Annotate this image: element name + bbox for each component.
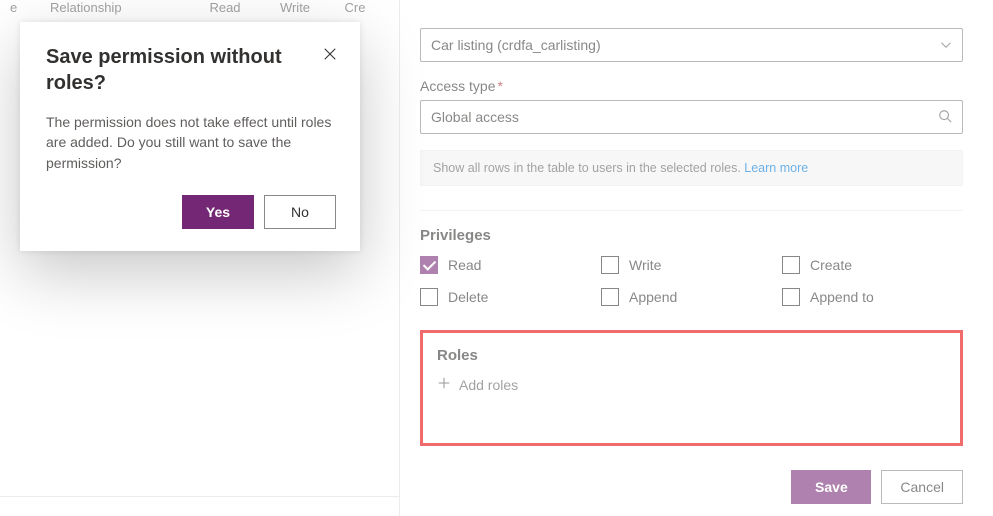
required-asterisk: * xyxy=(497,78,502,94)
checkbox-icon xyxy=(601,256,619,274)
save-button[interactable]: Save xyxy=(791,470,871,504)
col-header-write: Write xyxy=(260,0,330,15)
save-without-roles-dialog: Save permission without roles? The permi… xyxy=(20,22,360,251)
checkbox-icon xyxy=(782,256,800,274)
privilege-write[interactable]: Write xyxy=(601,256,782,274)
table-header-row: e Relationship Read Write Cre xyxy=(0,0,399,22)
dialog-yes-button[interactable]: Yes xyxy=(182,195,254,229)
add-roles-button[interactable]: Add roles xyxy=(437,376,946,393)
privilege-read[interactable]: Read xyxy=(420,256,601,274)
table-footer xyxy=(0,496,399,516)
access-type-label: Access type* xyxy=(420,78,963,94)
dialog-body: The permission does not take effect unti… xyxy=(46,112,336,173)
chevron-down-icon xyxy=(940,39,952,51)
add-roles-label: Add roles xyxy=(459,377,518,393)
search-icon xyxy=(938,109,952,126)
col-header-read: Read xyxy=(190,0,260,15)
divider xyxy=(420,210,963,211)
plus-icon xyxy=(437,376,451,393)
cancel-button[interactable]: Cancel xyxy=(881,470,963,504)
col-header-type: e xyxy=(10,0,50,15)
table-dropdown-value: Car listing (crdfa_carlisting) xyxy=(431,37,601,53)
privilege-label: Write xyxy=(629,257,661,273)
checkbox-icon xyxy=(601,288,619,306)
access-type-dropdown[interactable]: Global access xyxy=(420,100,963,134)
access-type-info: Show all rows in the table to users in t… xyxy=(420,150,963,186)
privilege-delete[interactable]: Delete xyxy=(420,288,601,306)
privilege-label: Create xyxy=(810,257,852,273)
privilege-label: Append xyxy=(629,289,677,305)
learn-more-link[interactable]: Learn more xyxy=(744,161,808,175)
dialog-actions: Yes No xyxy=(46,195,336,229)
checkbox-icon xyxy=(782,288,800,306)
col-header-relationship: Relationship xyxy=(50,0,190,15)
checkbox-icon xyxy=(420,256,438,274)
privilege-label: Append to xyxy=(810,289,874,305)
table-dropdown[interactable]: Car listing (crdfa_carlisting) xyxy=(420,28,963,62)
access-type-label-text: Access type xyxy=(420,78,495,94)
privileges-heading: Privileges xyxy=(420,227,963,244)
privilege-label: Read xyxy=(448,257,481,273)
privilege-append-to[interactable]: Append to xyxy=(782,288,963,306)
dialog-close-button[interactable] xyxy=(320,44,340,64)
permission-form-panel: Car listing (crdfa_carlisting) Access ty… xyxy=(400,0,993,516)
dialog-title: Save permission without roles? xyxy=(46,44,306,96)
col-header-create: Cre xyxy=(330,0,380,15)
roles-heading: Roles xyxy=(437,347,946,364)
dialog-no-button[interactable]: No xyxy=(264,195,336,229)
privilege-label: Delete xyxy=(448,289,488,305)
privileges-grid: Read Write Create Delete Append Append t… xyxy=(420,256,963,306)
close-icon xyxy=(323,47,337,61)
roles-section: Roles Add roles xyxy=(420,330,963,446)
privilege-create[interactable]: Create xyxy=(782,256,963,274)
form-footer: Save Cancel xyxy=(791,470,963,504)
access-type-value: Global access xyxy=(431,109,519,125)
privilege-append[interactable]: Append xyxy=(601,288,782,306)
info-text: Show all rows in the table to users in t… xyxy=(433,161,744,175)
checkbox-icon xyxy=(420,288,438,306)
